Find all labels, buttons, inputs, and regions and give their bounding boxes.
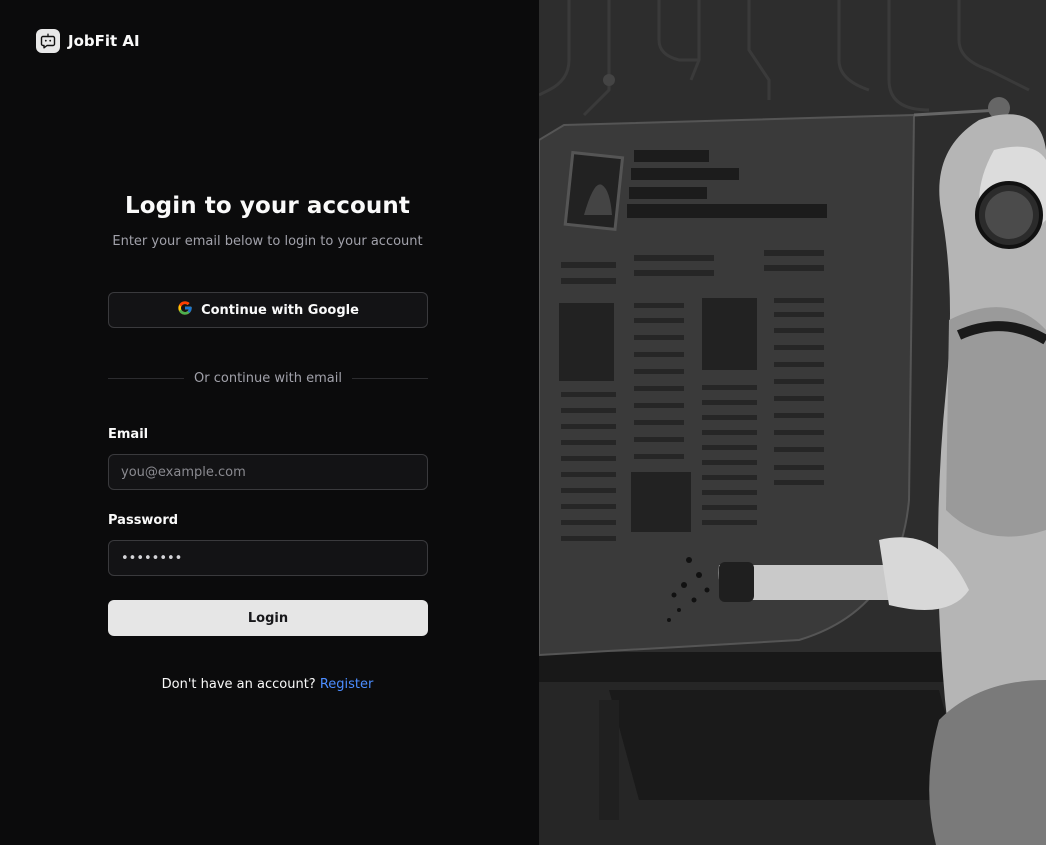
register-prompt-text: Don't have an account? <box>161 677 316 692</box>
page-title: Login to your account <box>125 193 410 219</box>
page-subtitle: Enter your email below to login to your … <box>112 234 423 249</box>
email-field[interactable] <box>108 454 428 490</box>
divider: Or continue with email <box>108 370 428 386</box>
login-panel: JobFit AI Login to your account Enter yo… <box>0 0 539 845</box>
google-login-button[interactable]: Continue with Google <box>108 292 428 328</box>
bot-chat-icon <box>36 29 60 53</box>
email-label: Email <box>108 427 149 442</box>
password-field[interactable] <box>108 540 428 576</box>
google-icon <box>177 300 193 320</box>
divider-line-left <box>108 377 185 379</box>
divider-text: Or continue with email <box>194 370 342 386</box>
login-button[interactable]: Login <box>108 600 428 636</box>
password-label: Password <box>108 513 179 528</box>
google-login-label: Continue with Google <box>201 302 359 318</box>
register-link[interactable]: Register <box>320 677 374 692</box>
divider-line-right <box>351 377 428 379</box>
robot-reading-resume-illustration <box>539 0 1046 845</box>
register-prompt: Don't have an account? Register <box>0 677 535 692</box>
brand-name: JobFit AI <box>68 32 140 50</box>
brand: JobFit AI <box>36 29 140 53</box>
